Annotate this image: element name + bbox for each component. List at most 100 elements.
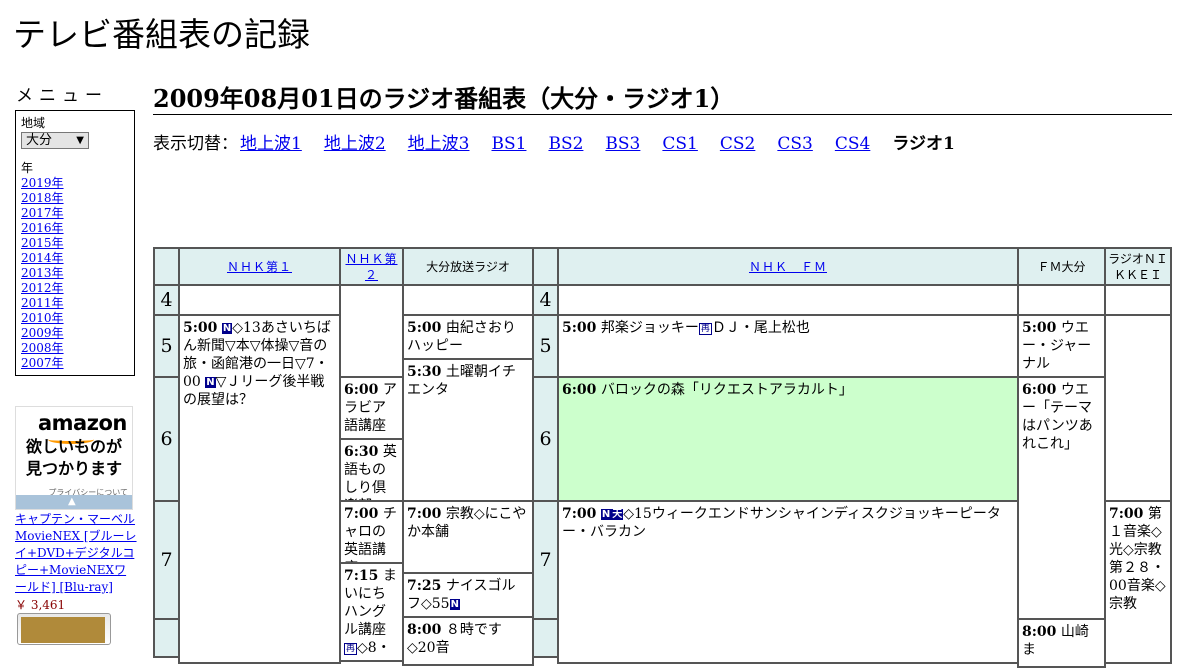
channel-header-nhk1: ＮＨＫ第１ [178, 247, 341, 286]
menu-heading: メニュー [16, 86, 108, 106]
header-corner-left [153, 247, 180, 286]
channel-name-oita-radio: 大分放送ラジオ [426, 259, 510, 274]
switch-link-terrestrial2[interactable]: 地上波2 [324, 134, 386, 154]
program-cell: 5:00 邦楽ジョッキー再 ＤＪ・尾上松也 [557, 314, 1019, 378]
weather-badge-icon: 天 [611, 509, 624, 520]
program-title-tail: ＤＪ・尾上松也 [711, 320, 810, 336]
switch-link-bs3[interactable]: BS3 [605, 134, 640, 154]
switch-link-terrestrial3[interactable]: 地上波3 [408, 134, 470, 154]
switch-prefix: 表示切替： [153, 134, 238, 154]
year-label: 年 [21, 161, 34, 175]
switch-link-cs4[interactable]: CS4 [835, 134, 870, 154]
ad-collapse-bar[interactable]: ▲ [16, 495, 132, 509]
program-time: 5:00 [1022, 320, 1057, 336]
amazon-logo: amazon [38, 411, 127, 435]
program-time: 7:00 [344, 506, 379, 522]
program-time: 6:30 [344, 444, 379, 460]
program-time: 8:00 [1022, 624, 1057, 640]
hour-cell-6-mid: 6 [532, 376, 559, 502]
product-image [21, 617, 105, 643]
hour-cell-7-mid: 7 [532, 500, 559, 620]
year-link-2019[interactable]: 2019年 [21, 176, 64, 190]
program-cell: 7:00 N 天◇15ウィークエンドサンシャインディスクジョッキーピーター・バラカ… [557, 500, 1019, 664]
program-empty [557, 284, 1019, 316]
program-cell: 5:30 土曜朝イチエンタ [402, 358, 534, 502]
program-cell: 7:00 宗教◇にこやか本舗 [402, 500, 534, 574]
year-link-2017[interactable]: 2017年 [21, 206, 64, 220]
page-heading: 2009年08月01日のラジオ番組表（大分・ラジオ1） [153, 84, 1172, 115]
year-link-2013[interactable]: 2013年 [21, 266, 64, 280]
channel-header-oita-radio: 大分放送ラジオ [402, 247, 534, 286]
switch-link-bs1[interactable]: BS1 [491, 134, 526, 154]
program-cell: 6:30 英語ものしり倶楽部 [339, 438, 404, 502]
program-cell: 5:00 ウエー・ジャーナル [1017, 314, 1106, 378]
program-time: 5:30 [407, 364, 442, 380]
channel-link-nhk2[interactable]: ＮＨＫ第２ [343, 251, 400, 283]
year-link-2008[interactable]: 2008年 [21, 341, 64, 355]
rerun-badge-icon: 再 [344, 643, 358, 655]
year-link-2012[interactable]: 2012年 [21, 281, 64, 295]
year-link-2016[interactable]: 2016年 [21, 221, 64, 235]
program-cell: 5:00 N◇13あさいちばん新聞▽本▽体操▽音の旅・函館港の一日▽7・00 N… [178, 314, 341, 664]
menu-box: 地域 大分 ▼ 年 2019年 2018年 2017年 2016年 2015年 … [15, 110, 135, 376]
program-cell: 8:00 山崎ま [1017, 618, 1106, 668]
ad-product-thumbnail[interactable] [17, 613, 111, 645]
hour-cell-7: 7 [153, 500, 180, 620]
news-badge-icon: N [600, 509, 612, 520]
program-time: 5:00 [407, 320, 442, 336]
program-time: 5:00 [183, 320, 218, 336]
switch-link-bs2[interactable]: BS2 [548, 134, 583, 154]
channel-header-fm-oita: ＦＭ大分 [1017, 247, 1106, 286]
year-link-2010[interactable]: 2010年 [21, 311, 64, 325]
ad-product-link[interactable]: キャプテン・マーベル MovieNEX [ブルーレイ+DVD+デジタルコピー+M… [15, 511, 137, 596]
schedule-table: ＮＨＫ第１ ＮＨＫ第２ 大分放送ラジオ ＮＨＫ ＦＭ ＦＭ大分 ラジオＮＩＫＫＥ… [153, 247, 1172, 668]
header-corner-mid [532, 247, 559, 286]
program-empty [178, 284, 341, 316]
region-select[interactable]: 大分 ▼ [21, 132, 89, 149]
program-time: 6:00 [562, 382, 597, 398]
dropdown-arrow-icon: ▼ [76, 135, 84, 146]
program-cell: 7:15 まいにちハングル講座 再 ◇8・ [339, 562, 404, 662]
program-cell: 7:00 チャロの英語講座 [339, 500, 404, 564]
region-value: 大分 [26, 133, 53, 148]
program-cell-highlighted: 6:00 バロックの森「リクエストアラカルト」 [557, 376, 1019, 502]
program-cell: 6:00 ウエー「テーマはパンツあれこれ」 [1017, 376, 1106, 620]
program-empty [402, 284, 534, 316]
channel-link-nhk1[interactable]: ＮＨＫ第１ [227, 259, 292, 275]
year-link-2009[interactable]: 2009年 [21, 326, 64, 340]
year-link-2014[interactable]: 2014年 [21, 251, 64, 265]
year-link-2015[interactable]: 2015年 [21, 236, 64, 250]
program-time: 5:00 [562, 320, 597, 336]
program-time: 6:00 [344, 382, 379, 398]
amazon-ad-banner[interactable]: amazon 欲しいものが見つかります プライバシーについて ▲ [15, 406, 133, 510]
program-title: ▽Ｊリーグ後半戦の展望は？ [183, 374, 325, 408]
program-empty [1104, 284, 1172, 316]
hour-cell-5: 5 [153, 314, 180, 378]
program-title-tail: ◇8・ [357, 640, 391, 656]
program-time: 8:00 [407, 622, 442, 638]
program-cell: 8:00 ８時です◇20音 [402, 616, 534, 666]
news-badge-icon: N [449, 599, 460, 610]
switch-link-terrestrial1[interactable]: 地上波1 [240, 134, 302, 154]
caret-up-icon: ▲ [68, 496, 76, 507]
channel-header-nhk2: ＮＨＫ第２ [339, 247, 404, 286]
year-link-2011[interactable]: 2011年 [21, 296, 64, 310]
program-time: 7:00 [407, 506, 442, 522]
site-title: テレビ番組表の記録 [13, 15, 310, 54]
switch-link-cs1[interactable]: CS1 [662, 134, 697, 154]
program-title: バロックの森「リクエストアラカルト」 [600, 382, 853, 398]
program-time: 7:00 [1109, 506, 1144, 522]
program-empty [1017, 284, 1106, 316]
switch-link-cs3[interactable]: CS3 [777, 134, 812, 154]
region-label: 地域 [21, 116, 46, 130]
ad-product-price: ￥ 3,461 [15, 598, 66, 612]
program-cell: 5:00 由紀さおりハッピー [402, 314, 534, 360]
news-badge-icon: N [205, 377, 216, 388]
switch-link-cs2[interactable]: CS2 [720, 134, 755, 154]
channel-link-nhkfm[interactable]: ＮＨＫ ＦＭ [749, 259, 827, 275]
hour-cell-6: 6 [153, 376, 180, 502]
year-link-2018[interactable]: 2018年 [21, 191, 64, 205]
year-link-2007[interactable]: 2007年 [21, 356, 64, 370]
channel-header-nhkfm: ＮＨＫ ＦＭ [557, 247, 1019, 286]
program-title: ◇15ウィークエンドサンシャインディスクジョッキーピーター・バラカン [562, 506, 1001, 540]
